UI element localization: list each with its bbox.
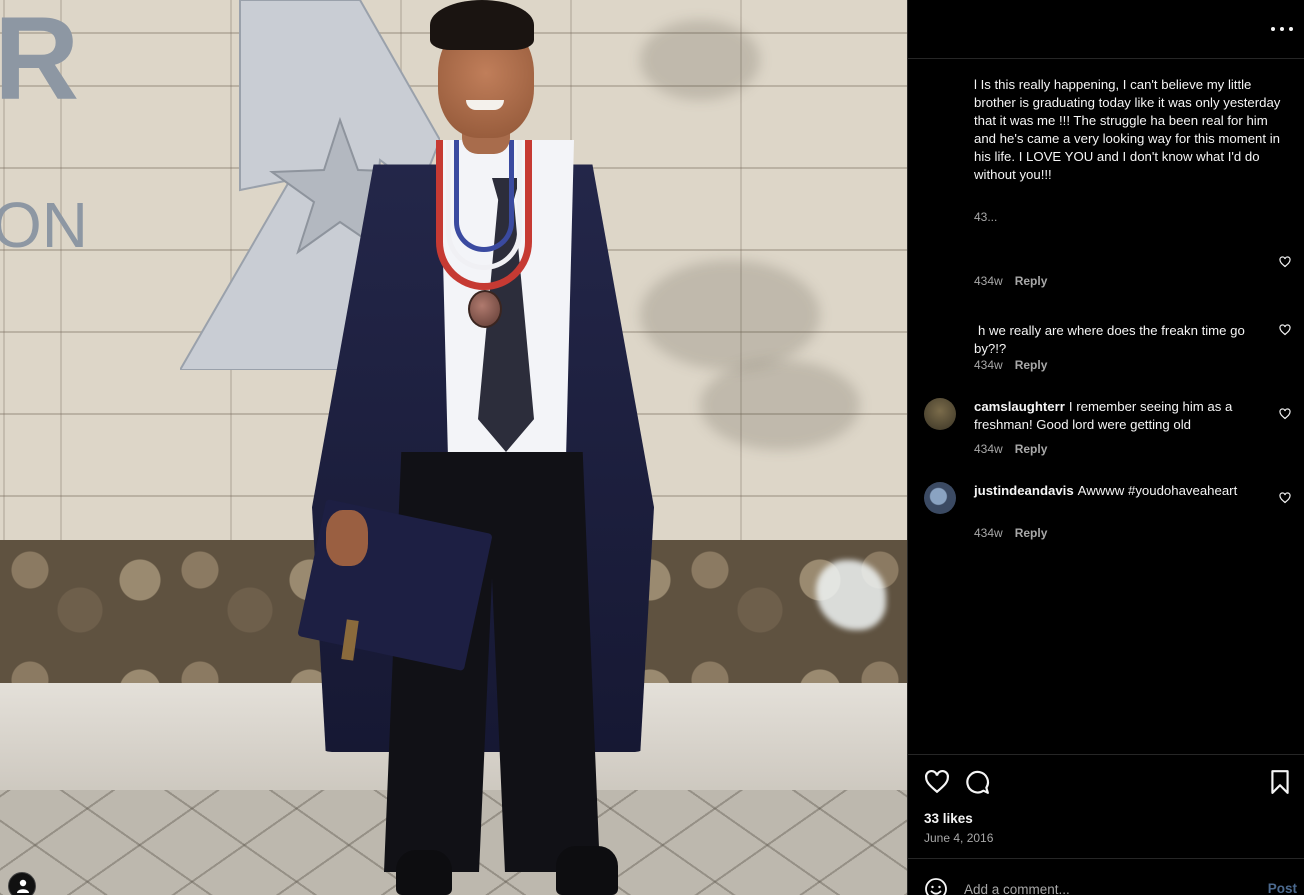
comment-text: h we really are where does the freakn ti…	[974, 323, 1245, 356]
heart-icon[interactable]	[1279, 256, 1291, 268]
comment-username[interactable]: justindeandavis	[974, 483, 1074, 498]
comment-body	[974, 256, 1274, 274]
avatar[interactable]	[924, 322, 956, 354]
comment-body: camslaughterr I remember seeing him as a …	[974, 398, 1274, 434]
comment-username[interactable]: camslaughterr	[974, 399, 1065, 414]
comment-composer: Post	[908, 858, 1304, 895]
medal	[468, 290, 502, 328]
avatar[interactable]	[924, 398, 956, 430]
caption-time: 43...	[974, 210, 998, 224]
post-button[interactable]: Post	[1268, 881, 1297, 895]
hand	[326, 510, 368, 566]
comment-time: 434w	[974, 274, 1003, 288]
reply-button[interactable]: Reply	[1015, 526, 1048, 540]
profile-icon[interactable]	[8, 872, 36, 895]
smile	[466, 100, 504, 110]
leaf-shadow	[700, 360, 860, 450]
avatar[interactable]	[924, 482, 956, 514]
comment-time: 434w	[974, 442, 1003, 456]
wall-letter-r: R	[0, 0, 82, 125]
more-options-icon[interactable]	[1269, 18, 1295, 40]
avatar[interactable]	[924, 256, 956, 288]
comment-body: justindeandavis Awwww #youdohaveaheart	[974, 482, 1274, 500]
comment-bubble-icon[interactable]	[964, 769, 990, 795]
comment-time: 434w	[974, 358, 1003, 372]
heart-icon[interactable]	[1279, 492, 1291, 504]
comment-meta: 434w Reply	[974, 442, 1047, 456]
comments-panel: l Is this really happening, I can't beli…	[907, 0, 1304, 895]
post-photo[interactable]: R ON	[0, 0, 907, 895]
reply-button[interactable]: Reply	[1015, 442, 1048, 456]
comment-text: Awwww #youdohaveaheart	[1077, 483, 1238, 498]
heart-icon[interactable]	[924, 769, 950, 795]
comment-input[interactable]	[964, 877, 1234, 895]
medal-ribbon-blue	[454, 140, 514, 252]
comment-body: h we really are where does the freakn ti…	[974, 322, 1274, 358]
heart-icon[interactable]	[1279, 408, 1291, 420]
heart-icon[interactable]	[1279, 324, 1291, 336]
hair	[430, 0, 534, 50]
post-caption: l Is this really happening, I can't beli…	[974, 77, 1281, 182]
post-date: June 4, 2016	[924, 831, 994, 845]
comment-meta: 434w Reply	[974, 358, 1047, 372]
right-shoe	[556, 846, 618, 895]
leaf-shadow	[640, 260, 820, 370]
comment-meta: 434w Reply	[974, 526, 1047, 540]
reply-button[interactable]: Reply	[1015, 358, 1048, 372]
emoji-icon[interactable]	[924, 877, 948, 895]
panel-header	[908, 0, 1304, 59]
reply-button[interactable]: Reply	[1015, 274, 1048, 288]
leaf-shadow	[640, 20, 760, 100]
wall-letters-on: ON	[0, 189, 88, 261]
comment-meta: 434w Reply	[974, 274, 1047, 288]
post-actions: 33 likes June 4, 2016 Post	[908, 754, 1304, 895]
left-shoe	[396, 850, 452, 895]
likes-count[interactable]: 33 likes	[924, 811, 973, 826]
comments-list[interactable]: l Is this really happening, I can't beli…	[908, 60, 1304, 753]
bookmark-icon[interactable]	[1267, 769, 1293, 795]
comment-time: 434w	[974, 526, 1003, 540]
